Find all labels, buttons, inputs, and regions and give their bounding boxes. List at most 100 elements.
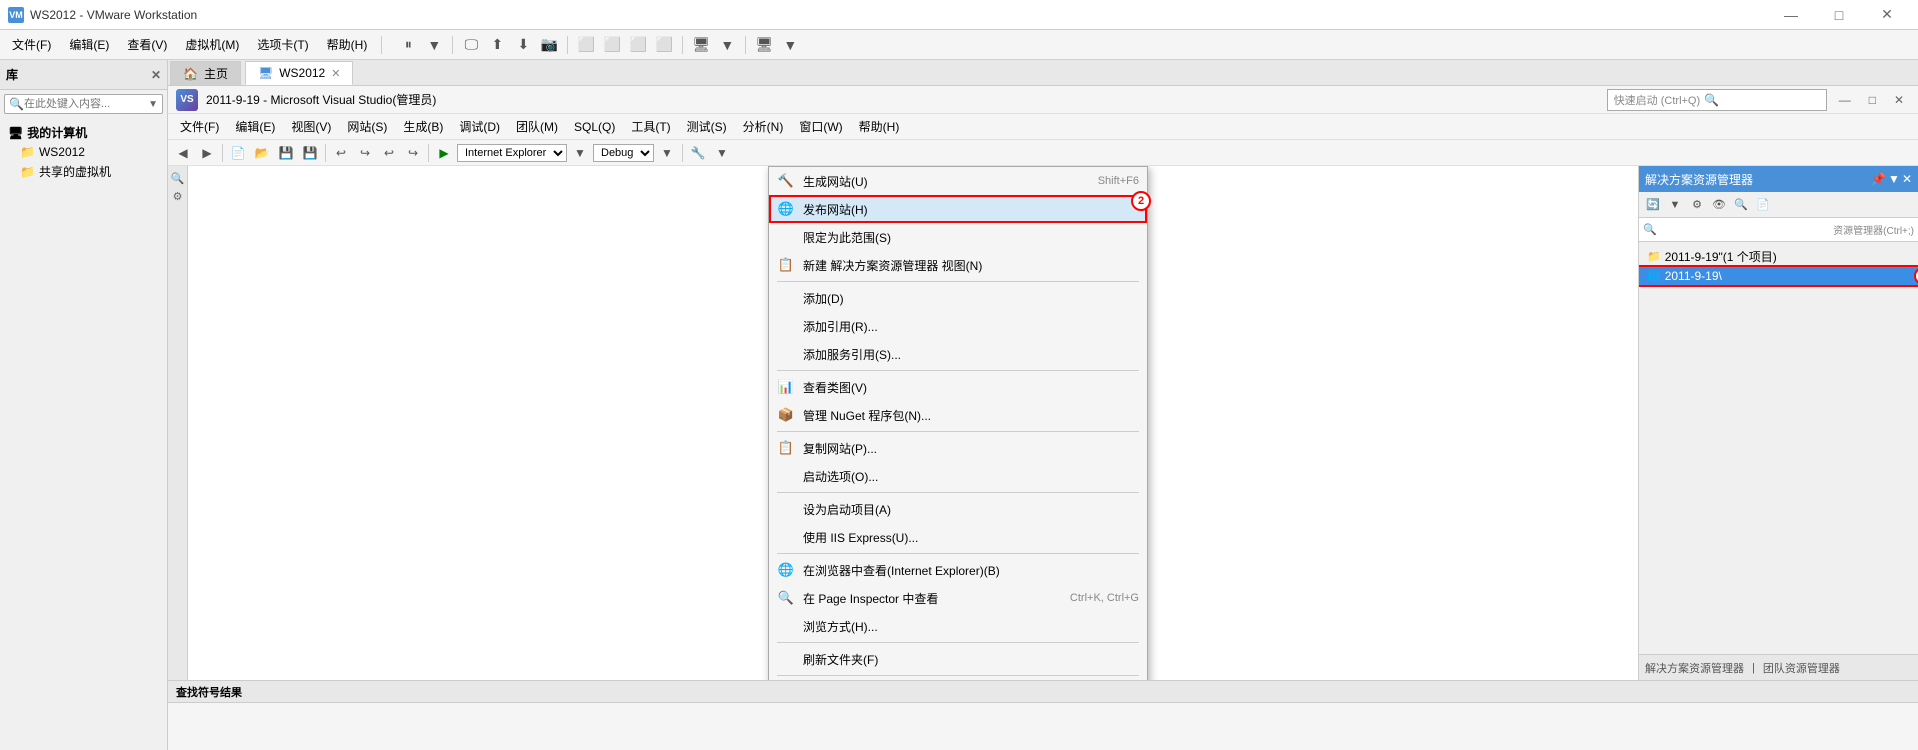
vs-tb-start[interactable]: ▶ <box>433 142 455 164</box>
quicklaunch-container[interactable]: 快速启动 (Ctrl+Q) 🔍 <box>1607 89 1827 111</box>
vs-menu-file[interactable]: 文件(F) <box>172 115 227 138</box>
vs-menu-team[interactable]: 团队(M) <box>508 115 566 138</box>
sidebar-item-ws2012[interactable]: 📁 WS2012 <box>0 143 167 161</box>
rp-item-solution[interactable]: 📁 2011-9-19"(1 个项目) <box>1639 246 1918 267</box>
rp-item-project[interactable]: 🌐 2011-9-19\ 1 <box>1639 267 1918 285</box>
vs-menu-sql[interactable]: SQL(Q) <box>566 117 623 137</box>
vs-tb-redo[interactable]: ↪ <box>354 142 376 164</box>
vs-tb-back[interactable]: ◀ <box>172 142 194 164</box>
rp-search-input[interactable] <box>1661 224 1829 236</box>
rp-tb-dropdown[interactable]: ▼ <box>1665 195 1685 215</box>
tb-icon-7[interactable]: ⬜ <box>600 33 624 57</box>
tb-icon-9[interactable]: ⬜ <box>652 33 676 57</box>
menu-file[interactable]: 文件(F) <box>4 32 59 57</box>
cm-item-nuget[interactable]: 📦 管理 NuGet 程序包(N)... <box>769 401 1147 429</box>
vs-menu-analyze[interactable]: 分析(N) <box>735 115 792 138</box>
vs-menu-tools[interactable]: 工具(T) <box>623 115 678 138</box>
tb-icon-1[interactable]: ▼ <box>422 33 446 57</box>
vs-tb-redo2[interactable]: ↪ <box>402 142 424 164</box>
vs-tb-debug-more[interactable]: ▼ <box>656 142 678 164</box>
sidebar-item-shared-vms[interactable]: 📁 共享的虚拟机 <box>0 161 167 182</box>
cm-item-copysite[interactable]: 📋 复制网站(P)... <box>769 434 1147 462</box>
vs-menu-build[interactable]: 生成(B) <box>395 115 451 138</box>
rp-pin-icon[interactable]: 📌 <box>1871 172 1886 186</box>
vs-tb-new[interactable]: 📄 <box>227 142 249 164</box>
vs-tb-saveall[interactable]: 💾 <box>299 142 321 164</box>
sidebar-item-my-computer[interactable]: 🖥 我的计算机 <box>0 122 167 143</box>
tb-icon-2[interactable]: 🖵 <box>459 33 483 57</box>
tab-ws2012[interactable]: 🖥 WS2012 ✕ <box>245 61 353 85</box>
cm-item-viewclassdiagram[interactable]: 📊 查看类图(V) <box>769 373 1147 401</box>
tab-ws2012-close[interactable]: ✕ <box>331 67 340 80</box>
minimize-button[interactable]: — <box>1768 1 1814 29</box>
cm-item-addref[interactable]: 添加引用(R)... <box>769 312 1147 340</box>
vs-menu-edit[interactable]: 编辑(E) <box>227 115 283 138</box>
right-panel-search[interactable]: 🔍 资源管理器(Ctrl+;) <box>1639 218 1918 242</box>
tb-icon-10[interactable]: 🖥 <box>689 33 713 57</box>
cm-item-page-inspector[interactable]: 🔍 在 Page Inspector 中查看 Ctrl+K, Ctrl+G <box>769 584 1147 612</box>
rp-minimize-icon[interactable]: ▼ <box>1888 172 1900 186</box>
tb-icon-8[interactable]: ⬜ <box>626 33 650 57</box>
rp-footer-tab2[interactable]: 团队资源管理器 <box>1763 660 1840 676</box>
vs-menu-view[interactable]: 视图(V) <box>283 115 339 138</box>
sidebar-close[interactable]: ✕ <box>151 68 161 82</box>
cm-item-add[interactable]: 添加(D) <box>769 284 1147 312</box>
vs-tb-debug-dropdown[interactable]: ▼ <box>569 142 591 164</box>
menu-vm[interactable]: 虚拟机(M) <box>177 32 247 57</box>
cm-item-newview[interactable]: 📋 新建 解决方案资源管理器 视图(N) <box>769 251 1147 279</box>
vs-tb-open[interactable]: 📂 <box>251 142 273 164</box>
dropdown-icon[interactable]: ▼ <box>148 99 158 110</box>
vs-menu-website[interactable]: 网站(S) <box>339 115 395 138</box>
vs-debug-select[interactable]: Debug <box>593 144 654 162</box>
tab-home[interactable]: 🏠 主页 <box>170 61 241 85</box>
vs-tb-save[interactable]: 💾 <box>275 142 297 164</box>
vs-menu-window[interactable]: 窗口(W) <box>791 115 850 138</box>
cm-item-startoptions[interactable]: 启动选项(O)... <box>769 462 1147 490</box>
cm-item-setstartup[interactable]: 设为启动项目(A) <box>769 495 1147 523</box>
vs-restore[interactable]: □ <box>1863 91 1882 109</box>
tb-icon-12[interactable]: 🖥 <box>752 33 776 57</box>
vs-tb-undo[interactable]: ↩ <box>330 142 352 164</box>
rp-footer-tab1[interactable]: 解决方案资源管理器 <box>1645 660 1744 676</box>
tb-icon-3[interactable]: ⬆ <box>485 33 509 57</box>
gutter-icon-2[interactable]: ⚙ <box>170 188 186 204</box>
menu-view[interactable]: 查看(V) <box>119 32 175 57</box>
cm-item-refresh[interactable]: 刷新文件夹(F) <box>769 645 1147 673</box>
cm-item-scope[interactable]: 限定为此范围(S) <box>769 223 1147 251</box>
tb-icon-11[interactable]: ▼ <box>715 33 739 57</box>
vs-close[interactable]: ✕ <box>1888 91 1910 109</box>
menu-help[interactable]: 帮助(H) <box>319 32 376 57</box>
sidebar-search[interactable]: 🔍 ▼ <box>4 94 163 114</box>
cm-item-view-ie[interactable]: 🌐 在浏览器中查看(Internet Explorer)(B) <box>769 556 1147 584</box>
cm-item-iis[interactable]: 使用 IIS Express(U)... <box>769 523 1147 551</box>
vs-tb-misc2[interactable]: ▼ <box>711 142 733 164</box>
maximize-button[interactable]: □ <box>1816 1 1862 29</box>
vs-minimize[interactable]: — <box>1833 91 1857 109</box>
tb-icon-4[interactable]: ⬇ <box>511 33 535 57</box>
tb-icon-5[interactable]: 📷 <box>537 33 561 57</box>
vs-tb-undo2[interactable]: ↩ <box>378 142 400 164</box>
vs-menu-test[interactable]: 测试(S) <box>679 115 735 138</box>
vs-tb-forward[interactable]: ▶ <box>196 142 218 164</box>
rp-tb-prop[interactable]: ⚙ <box>1687 195 1707 215</box>
cm-item-browse[interactable]: 浏览方式(H)... <box>769 612 1147 640</box>
rp-close-icon[interactable]: ✕ <box>1902 172 1912 186</box>
rp-tb-refresh[interactable]: 🔄 <box>1643 195 1663 215</box>
vs-menu-debug[interactable]: 调试(D) <box>451 115 508 138</box>
cm-item-publish[interactable]: 🌐 发布网站(H) 2 <box>769 195 1147 223</box>
cm-item-addsource[interactable]: 🔗 将解决方案添加到源代码管理(A)... <box>769 678 1147 680</box>
tb-icon-13[interactable]: ▼ <box>778 33 802 57</box>
tb-icon-6[interactable]: ⬜ <box>574 33 598 57</box>
menu-edit[interactable]: 编辑(E) <box>61 32 117 57</box>
rp-tb-new-solution[interactable]: 📄 <box>1753 195 1773 215</box>
pause-icon[interactable]: ⏸ <box>396 33 420 57</box>
gutter-icon-1[interactable]: 🔍 <box>170 170 186 186</box>
search-input[interactable] <box>24 98 148 110</box>
vs-tb-misc[interactable]: 🔧 <box>687 142 709 164</box>
close-button[interactable]: ✕ <box>1864 1 1910 29</box>
rp-tb-filter[interactable]: 🔍 <box>1731 195 1751 215</box>
vs-menu-help[interactable]: 帮助(H) <box>851 115 908 138</box>
vs-browser-select[interactable]: Internet Explorer <box>457 144 567 162</box>
cm-item-addservice[interactable]: 添加服务引用(S)... <box>769 340 1147 368</box>
menu-tab[interactable]: 选项卡(T) <box>249 32 316 57</box>
